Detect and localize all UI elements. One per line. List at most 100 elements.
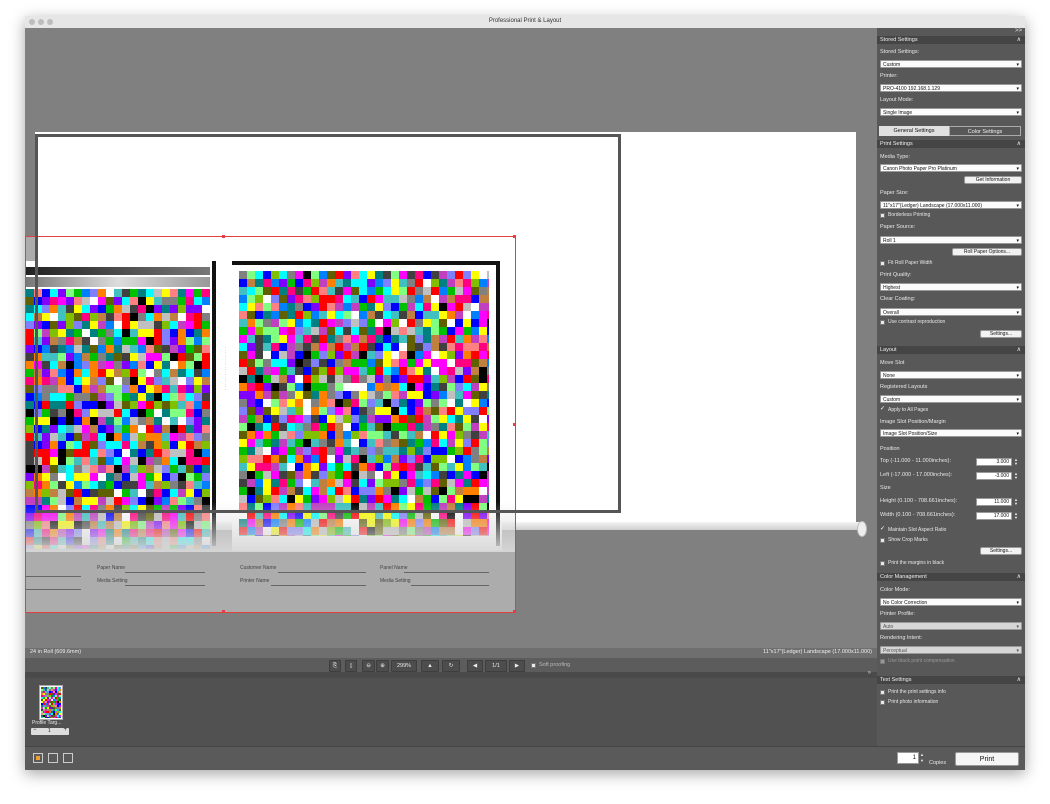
- copies-label: Copies: [929, 760, 947, 766]
- thumbnail-image[interactable]: [39, 685, 63, 720]
- print-settings-header[interactable]: Print Settings ∧: [877, 140, 1025, 148]
- soft-proofing-checkbox[interactable]: [531, 663, 536, 668]
- print-button[interactable]: Print: [955, 752, 1019, 766]
- width-stepper[interactable]: ▲ ▼: [1013, 512, 1019, 520]
- top-stepper[interactable]: ▲ ▼: [1013, 458, 1019, 466]
- media-type-select[interactable]: Canon Photo Paper Pro Platinum ▾: [880, 164, 1022, 172]
- resize-handle[interactable]: [513, 610, 516, 613]
- rendering-intent-label: Rendering Intent:: [880, 635, 923, 641]
- borderless-label: Borderless Printing: [888, 212, 931, 218]
- panel-collapse-button[interactable]: >>: [1015, 28, 1022, 34]
- paper-size-text: 11"x17"(Ledger) Landscape (17.000x11.000…: [763, 649, 872, 655]
- registered-layouts-label: Registered Layouts: [880, 384, 928, 390]
- get-information-button[interactable]: Get Information: [964, 176, 1022, 184]
- media-setting-label: Media Setting: [97, 578, 128, 584]
- next-page-icon[interactable]: ▶: [509, 660, 525, 672]
- paper-name-label: Paper Name: [97, 565, 126, 571]
- field-line: [26, 576, 81, 577]
- split-view-icon[interactable]: [63, 753, 73, 763]
- paper-source-label: Paper Source:: [880, 224, 916, 230]
- page-add-icon[interactable]: ⎘: [329, 660, 341, 672]
- left-input[interactable]: -3.000: [976, 472, 1012, 480]
- increment-button[interactable]: +: [63, 727, 67, 733]
- tab-color-settings[interactable]: Color Settings: [949, 126, 1021, 136]
- paper-size-label: Paper Size:: [880, 190, 909, 196]
- color-mode-select[interactable]: No Color Correction ▾: [880, 598, 1022, 606]
- layout-header[interactable]: Layout ∧: [877, 346, 1025, 354]
- clear-coating-select[interactable]: Overall ▾: [880, 308, 1022, 316]
- print-quality-label: Print Quality:: [880, 272, 912, 278]
- copies-stepper: − 1 +: [31, 727, 69, 735]
- borderless-checkbox[interactable]: [880, 213, 885, 218]
- crop-marks-checkbox[interactable]: [880, 538, 885, 543]
- bpc-checkbox[interactable]: [880, 659, 885, 664]
- stored-settings-header[interactable]: Stored Settings ∧: [877, 36, 1025, 44]
- position-label: Position: [880, 446, 900, 452]
- copies-stepper-arrows[interactable]: ▲ ▼: [920, 752, 926, 764]
- clear-coating-label: Clear Coating:: [880, 296, 916, 302]
- field-line: [278, 572, 366, 573]
- color-management-header[interactable]: Color Management ∧: [877, 573, 1025, 581]
- top-label: Top (-11.000 - 11.000inches):: [880, 458, 952, 464]
- media-type-label: Media Type:: [880, 154, 910, 160]
- layout-mode-label: Layout Mode:: [880, 97, 914, 103]
- printer-profile-label: Printer Profile:: [880, 611, 915, 617]
- margins-black-checkbox[interactable]: [880, 561, 885, 566]
- fit-roll-checkbox[interactable]: [880, 261, 885, 266]
- preview-canvas[interactable]: · · · · · · · · · · · · · · · · · · Pape…: [25, 28, 877, 648]
- print-quality-select[interactable]: Highest ▾: [880, 283, 1022, 291]
- height-input[interactable]: 11.000: [976, 498, 1012, 506]
- maintain-aspect-checkbox[interactable]: ✓: [880, 526, 885, 532]
- bottom-bar: 1 ▲ ▼ Copies Print: [25, 746, 1025, 770]
- roll-size-text: 24 in Roll (609.6mm): [30, 649, 82, 655]
- stored-settings-select[interactable]: Custom ▾: [880, 60, 1022, 68]
- contrast-checkbox[interactable]: [880, 320, 885, 325]
- height-label: Height (0.100 - 708.661inches):: [880, 498, 958, 504]
- fit-roll-label: Fit Roll Paper Width: [888, 260, 933, 266]
- printer-select[interactable]: PRO-4100 192.168.1.129 ▾: [880, 84, 1022, 92]
- field-line: [125, 585, 205, 586]
- print-settings-info-label: Print the print settings info: [888, 689, 946, 695]
- paper-source-select[interactable]: Roll 1 ▾: [880, 236, 1022, 244]
- photo-info-checkbox[interactable]: [880, 700, 885, 705]
- rotate-icon[interactable]: ↻: [442, 660, 460, 672]
- image-view-icon[interactable]: ▲: [421, 660, 439, 672]
- layout-settings-button[interactable]: Settings...: [980, 547, 1022, 555]
- layout-mode-select[interactable]: Single Image ▾: [880, 108, 1022, 116]
- bpc-label: Use black point compensation: [888, 658, 955, 664]
- previous-page-icon[interactable]: ◀: [467, 660, 483, 672]
- top-input[interactable]: 3.000: [976, 458, 1012, 466]
- printer-profile-select[interactable]: Auto ▾: [880, 622, 1022, 630]
- thumbnail-chart: [41, 687, 61, 718]
- single-view-icon[interactable]: [33, 753, 43, 763]
- roll-paper-options-button[interactable]: Roll Paper Options...: [952, 248, 1022, 256]
- left-stepper[interactable]: ▲ ▼: [1013, 472, 1019, 480]
- print-settings-info-checkbox[interactable]: [880, 690, 885, 695]
- thumbnail-view-icon[interactable]: [48, 753, 58, 763]
- height-stepper[interactable]: ▲ ▼: [1013, 498, 1019, 506]
- registered-layouts-select[interactable]: Custom ▾: [880, 395, 1022, 403]
- width-label: Width (0.100 - 708.661inches):: [880, 512, 956, 518]
- field-line: [125, 572, 205, 573]
- zoom-level-select[interactable]: 299%: [391, 660, 417, 672]
- rendering-intent-select[interactable]: Perceptual ▾: [880, 646, 1022, 654]
- apply-all-checkbox[interactable]: ✓: [880, 406, 885, 412]
- slot-position-select[interactable]: Image Slot Position/Size ▾: [880, 429, 1022, 437]
- size-label: Size: [880, 485, 891, 491]
- zoom-in-icon[interactable]: ⊕: [376, 660, 389, 672]
- roll-end: [857, 521, 867, 537]
- zoom-out-icon[interactable]: ⊖: [362, 660, 375, 672]
- margins-black-label: Print the margins in black: [888, 560, 945, 566]
- tab-general-settings[interactable]: General Settings: [879, 126, 949, 136]
- copies-input[interactable]: 1: [897, 752, 919, 764]
- resize-handle[interactable]: [222, 610, 225, 613]
- page-fit-icon[interactable]: ▯: [345, 660, 357, 672]
- text-settings-header[interactable]: Text Settings ∧: [877, 676, 1025, 684]
- print-settings-button[interactable]: Settings...: [980, 330, 1022, 338]
- field-line: [26, 589, 81, 590]
- move-slot-select[interactable]: None ▾: [880, 371, 1022, 379]
- paper-size-select[interactable]: 11"x17"(Ledger) Landscape (17.000x11.000…: [880, 201, 1022, 209]
- page-counter: 1/1: [485, 660, 507, 672]
- width-input[interactable]: 17.000: [976, 512, 1012, 520]
- decrement-button[interactable]: −: [33, 727, 37, 733]
